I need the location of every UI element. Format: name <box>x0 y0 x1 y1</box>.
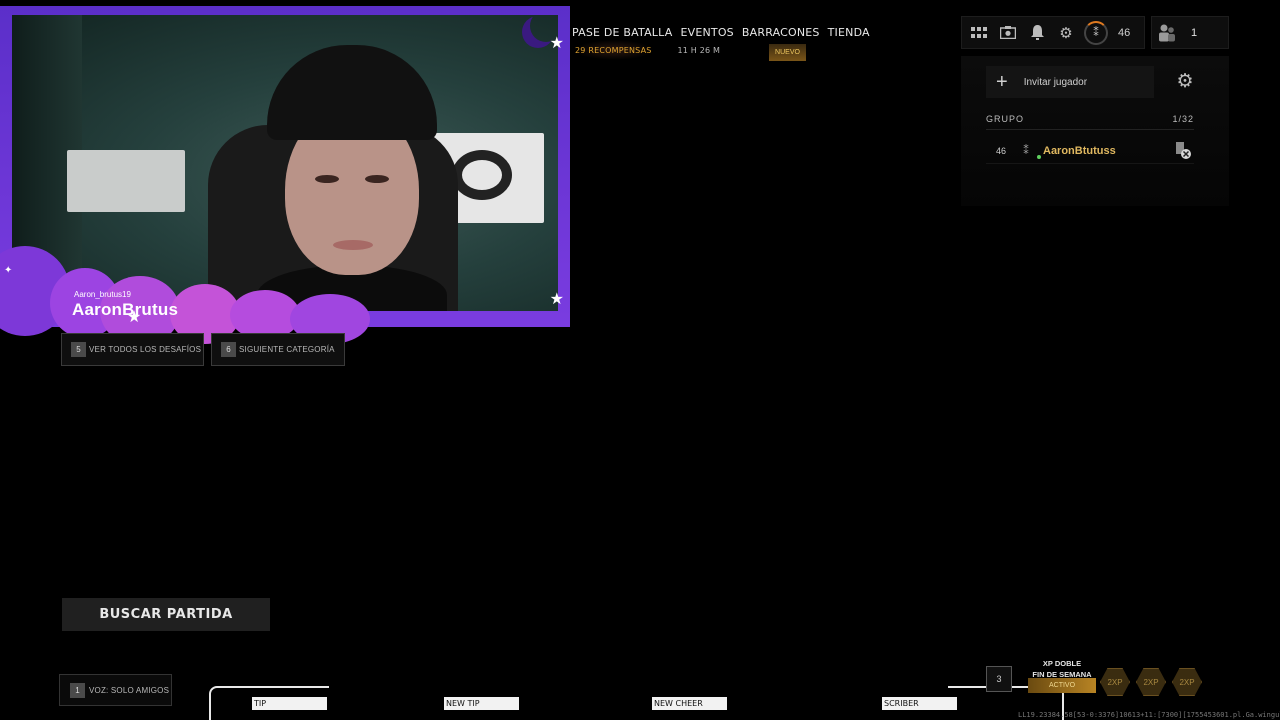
streamer-eye-right <box>365 175 389 183</box>
invite-player-label: Invitar jugador <box>1023 76 1088 88</box>
gear-icon[interactable]: ⚙ <box>1055 22 1077 44</box>
webcam-video <box>12 15 558 311</box>
streamer-cap <box>267 45 437 140</box>
double-xp-badge[interactable]: 2XP <box>1100 668 1130 696</box>
nav-battle-pass-rewards: 29 RECOMPENSAS <box>575 46 652 55</box>
nav-store[interactable]: TIENDA <box>828 26 870 39</box>
alert-subscriber: SCRIBER <box>882 697 957 710</box>
next-category-label: SIGUIENTE CATEGORÍA <box>239 345 335 354</box>
top-nav: PASE DE BATALLA 29 RECOMPENSAS EVENTOS 1… <box>572 26 870 55</box>
plus-icon: + <box>996 71 1008 93</box>
sparkle-icon: ✦ <box>4 265 13 276</box>
keybind-hint: 6 <box>221 342 236 357</box>
nav-store-label: TIENDA <box>827 26 870 39</box>
keybind-hint: 1 <box>70 682 85 698</box>
party-members-icon <box>1159 24 1175 41</box>
voice-chat-button[interactable]: 1 VOZ: SOLO AMIGOS <box>59 674 172 706</box>
bell-icon[interactable] <box>1026 22 1048 44</box>
party-settings-gear-icon[interactable]: ⚙ <box>1170 66 1200 96</box>
rank-icon: ⁑ <box>1023 145 1029 157</box>
member-name: AaronBtutuss <box>1043 144 1116 157</box>
group-header: GRUPO 1/32 <box>986 114 1194 130</box>
group-count: 1/32 <box>1172 114 1194 124</box>
webcam-display-name: AaronBrutus <box>72 300 179 319</box>
nav-events[interactable]: EVENTOS 11 H 26 M <box>677 26 734 55</box>
double-xp-status: ACTIVO <box>1028 678 1096 693</box>
webcam-background-steering-wheel <box>452 150 512 200</box>
alert-new-cheer: NEW CHEER <box>652 697 727 710</box>
store-new-badge: NUEVO <box>769 44 806 61</box>
party-button[interactable]: 1 <box>1151 16 1229 49</box>
group-label: GRUPO <box>986 114 1025 124</box>
webcam-overlay: ★ ★ ★ ✦ Aaron_brutus19 AaronBrutus <box>0 6 570 346</box>
webcam-background-shelf <box>67 150 185 212</box>
top-right-toolbar: ⚙ ⁑ 46 <box>961 16 1145 49</box>
invite-player-button[interactable]: + Invitar jugador <box>986 66 1154 98</box>
double-xp-badge[interactable]: 2XP <box>1172 668 1202 696</box>
star-icon: ★ <box>549 35 564 52</box>
star-icon: ★ <box>549 291 564 308</box>
rank-icon[interactable]: ⁑ <box>1084 20 1108 45</box>
double-xp-title-line1: XP DOBLE <box>1042 659 1082 668</box>
webcam-handle: Aaron_brutus19 <box>74 290 131 299</box>
grid-icon[interactable] <box>968 22 990 44</box>
webcam-streamer <box>257 45 447 311</box>
view-all-challenges-button[interactable]: 5 VER TODOS LOS DESAFÍOS <box>61 333 204 366</box>
group-member-row[interactable]: 46 ⁑ AaronBtutuss <box>986 138 1194 164</box>
keybind-hint[interactable]: 3 <box>986 666 1012 692</box>
keybind-hint: 5 <box>71 342 86 357</box>
nav-barracks-label: BARRACONES <box>741 26 820 39</box>
member-level: 46 <box>995 145 1006 156</box>
build-info: LL19.23384.58[53-0:3376]10613+11:[7300][… <box>1018 711 1280 719</box>
nav-events-label: EVENTOS <box>680 26 734 39</box>
streamer-mouth <box>333 240 373 250</box>
view-all-challenges-label: VER TODOS LOS DESAFÍOS <box>89 345 202 354</box>
search-match-button[interactable]: BUSCAR PARTIDA <box>62 598 270 631</box>
nav-barracks[interactable]: BARRACONES <box>742 26 820 39</box>
double-xp-title: XP DOBLE FIN DE SEMANA <box>1030 658 1094 680</box>
camera-icon[interactable] <box>997 22 1019 44</box>
nav-battle-pass[interactable]: PASE DE BATALLA 29 RECOMPENSAS <box>572 26 673 55</box>
player-level: 46 <box>1118 26 1131 39</box>
party-count: 1 <box>1191 26 1198 39</box>
double-xp-badge[interactable]: 2XP <box>1136 668 1166 696</box>
xbox-platform-icon <box>1172 141 1194 160</box>
voice-chat-label: VOZ: SOLO AMIGOS <box>89 685 170 695</box>
nav-battle-pass-label: PASE DE BATALLA <box>572 26 673 39</box>
next-category-button[interactable]: 6 SIGUIENTE CATEGORÍA <box>211 333 345 366</box>
alert-tip: TIP <box>252 697 327 710</box>
streamer-eye-left <box>315 175 339 183</box>
alert-new-tip: NEW TIP <box>444 697 519 710</box>
online-status-dot <box>1037 155 1041 159</box>
nav-events-timer: 11 H 26 M <box>677 46 721 55</box>
